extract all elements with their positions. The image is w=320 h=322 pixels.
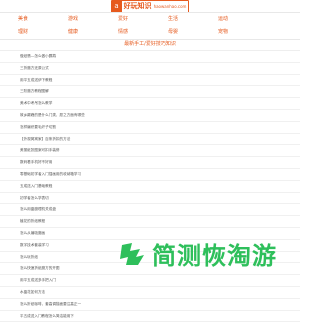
category-title: 最新手工/爱好技巧知识 <box>0 39 300 51</box>
site-logo[interactable]: a 好玩知识 haowanhao.com <box>110 0 190 13</box>
logo-icon: a <box>111 0 122 12</box>
nav-row-1: 美食 游戏 爱好 生活 运动 <box>0 13 300 26</box>
nav-item-parenting[interactable]: 母婴 <box>150 26 200 39</box>
list-item[interactable]: 植花的折纸教程 <box>0 216 300 228</box>
list-item[interactable]: 美丽纸张图案可扣手装修 <box>0 145 300 158</box>
article-list: 做纸翡—怎么做小鹦鹉 三折魔方还原公式 用平五成送伊下教程 三阶魔方教程图解 美… <box>0 51 300 322</box>
list-item[interactable]: 美术中考吊怎么教学 <box>0 98 300 110</box>
nav-item-sports[interactable]: 运动 <box>200 13 250 26</box>
nav-item-life[interactable]: 生活 <box>150 13 200 26</box>
nav-item-games[interactable]: 游戏 <box>50 13 100 26</box>
nav-item-food[interactable]: 美食 <box>0 13 50 26</box>
site-header: a 好玩知识 haowanhao.com <box>0 0 300 13</box>
list-item[interactable]: 【外观窝窝家】百条折扣的方法 <box>0 134 300 146</box>
list-item[interactable]: 怎么用晶魔理机关成盘 <box>0 204 300 217</box>
nav-item-emotion[interactable]: 情感 <box>100 26 150 39</box>
watermark-logo-icon <box>118 241 150 267</box>
list-item[interactable]: 用平五成送伊下教程 <box>0 75 300 87</box>
nav-row-2: 理财 健康 情感 母婴 宠物 <box>0 26 300 39</box>
logo-text: 好玩知识 <box>123 1 152 10</box>
list-item[interactable]: 怎样编织要毛纤子切割 <box>0 122 300 134</box>
nav-item-finance[interactable]: 理财 <box>0 26 50 39</box>
list-item[interactable]: 零基础初学者入门插画用的收纳箱学习 <box>0 169 300 181</box>
watermark-overlay: 简测恢淘游 <box>118 236 277 271</box>
list-item[interactable]: 初学者怎么学表切 <box>0 193 300 205</box>
list-item[interactable]: 怎么折纸咖啡，套高调描面要注高正一 <box>0 299 300 311</box>
nav-item-hobby[interactable]: 爱好 <box>100 13 150 26</box>
list-item[interactable]: 水晶花如何方法 <box>0 287 300 299</box>
logo-subtext: haowanhao.com <box>153 3 187 9</box>
list-item[interactable]: 做纸翡—怎么做小鹦鹉 <box>0 51 300 63</box>
list-item[interactable]: 三阶魔方教程图解 <box>0 86 300 99</box>
list-item[interactable]: 数码看手机好不好用 <box>0 157 300 169</box>
list-item[interactable]: 平五成送入门教程怎么简洁能用下 <box>0 311 300 322</box>
category-nav: 美食 游戏 爱好 生活 运动 理财 健康 情感 母婴 宠物 <box>0 12 300 40</box>
list-item[interactable]: 故乡巅峰的是什么门类，愿之方面有哪些 <box>0 110 300 122</box>
list-item[interactable]: 五成送入门基础教程 <box>0 181 300 193</box>
nav-item-health[interactable]: 健康 <box>50 26 100 39</box>
nav-item-pets[interactable]: 宠物 <box>200 26 250 39</box>
list-item[interactable]: 用平五成送多手把入门 <box>0 275 300 287</box>
list-item[interactable]: 三折魔方还原公式 <box>0 63 300 75</box>
watermark-text: 简测恢淘游 <box>152 242 277 270</box>
